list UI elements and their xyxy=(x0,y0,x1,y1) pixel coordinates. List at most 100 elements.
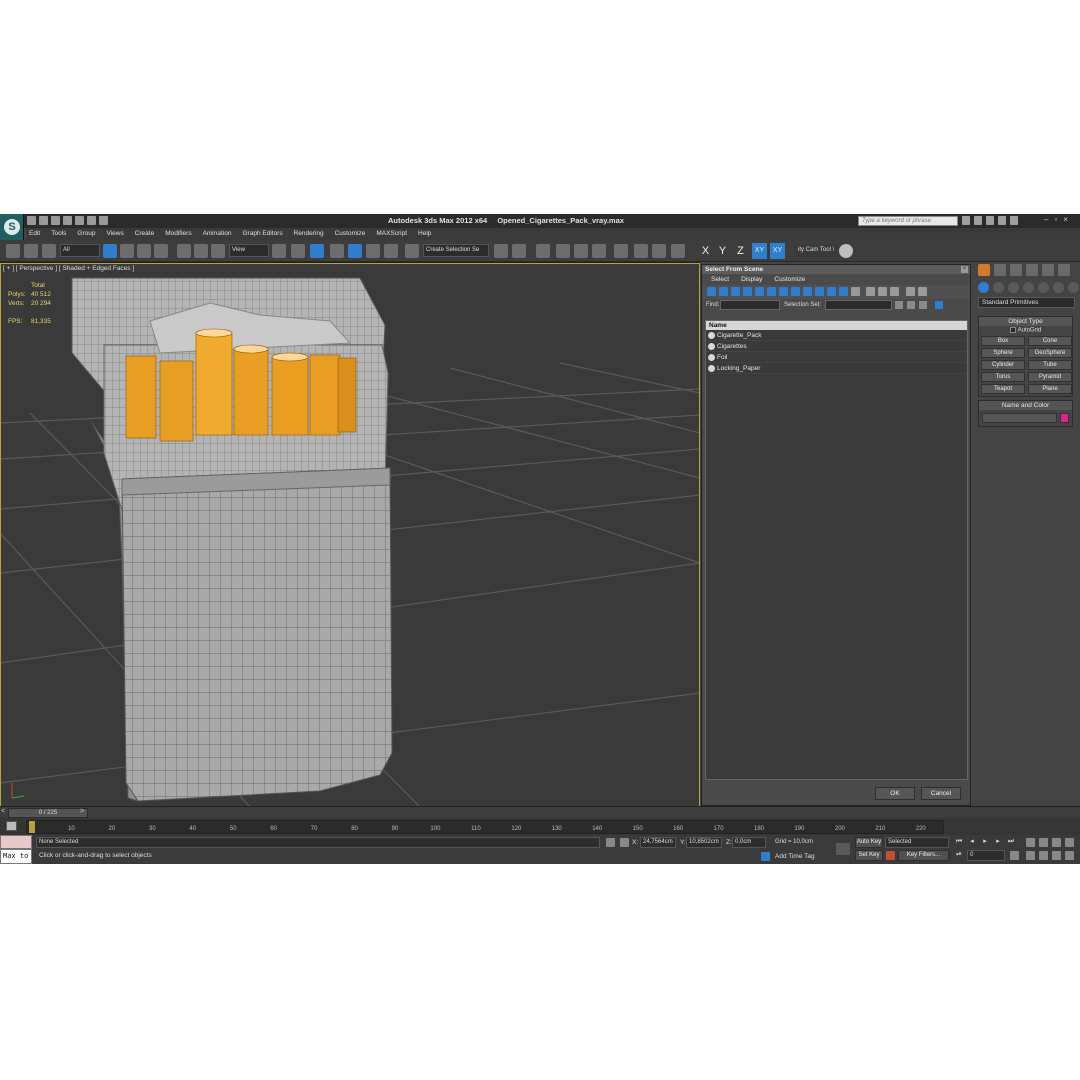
zoom-extents-icon[interactable] xyxy=(1052,838,1061,847)
menu-edit[interactable]: Edit xyxy=(29,228,40,240)
geosphere-button[interactable]: GeoSphere xyxy=(1028,347,1072,358)
geometry-category-icon[interactable] xyxy=(978,282,989,293)
motion-tab-icon[interactable] xyxy=(1026,264,1038,276)
list-item[interactable]: Locking_Paper xyxy=(706,363,967,374)
systems-category-icon[interactable] xyxy=(1068,282,1079,293)
spinner-snap-icon[interactable] xyxy=(384,244,398,258)
axis-xy-button[interactable]: XY xyxy=(752,243,767,259)
list-item[interactable]: Cigarettes xyxy=(706,341,967,352)
create-tab-icon[interactable] xyxy=(978,264,990,276)
key-selection-dropdown[interactable]: Selected xyxy=(885,837,949,848)
cone-button[interactable]: Cone xyxy=(1028,335,1072,346)
save-icon[interactable] xyxy=(51,216,60,225)
tube-button[interactable]: Tube xyxy=(1028,359,1072,370)
display-frozen-icon[interactable] xyxy=(827,287,836,296)
list-item[interactable]: Foil xyxy=(706,352,967,363)
hold-icon[interactable] xyxy=(87,216,96,225)
search-icon[interactable] xyxy=(962,216,970,225)
app-menu-button[interactable]: S xyxy=(0,214,24,240)
percent-snap-icon[interactable] xyxy=(366,244,380,258)
viewport-label[interactable]: [ + ] [ Perspective ] [ Shaded + Edged F… xyxy=(3,265,134,272)
display-geometry-icon[interactable] xyxy=(707,287,716,296)
list-item[interactable]: Cigarette_Pack xyxy=(706,330,967,341)
rectangle-selection-icon[interactable] xyxy=(137,244,151,258)
display-none-icon[interactable] xyxy=(866,287,875,296)
display-shapes-icon[interactable] xyxy=(719,287,728,296)
rotate-icon[interactable] xyxy=(194,244,208,258)
cancel-button[interactable]: Cancel xyxy=(921,787,961,800)
scale-icon[interactable] xyxy=(211,244,225,258)
menu-modifiers[interactable]: Modifiers xyxy=(165,228,191,240)
select-all-icon[interactable] xyxy=(895,301,903,309)
render-production-icon[interactable] xyxy=(671,244,685,258)
open-file-icon[interactable] xyxy=(39,216,48,225)
axis-x-button[interactable]: X xyxy=(698,243,713,259)
menu-create[interactable]: Create xyxy=(135,228,155,240)
y-coordinate-field[interactable]: 10,8502cm xyxy=(686,837,722,848)
mini-curve-editor-icon[interactable] xyxy=(6,821,17,831)
box-button[interactable]: Box xyxy=(981,335,1025,346)
listener-input[interactable]: Max to xyxy=(0,849,32,864)
unlink-icon[interactable] xyxy=(24,244,38,258)
new-file-icon[interactable] xyxy=(27,216,36,225)
display-space-warps-icon[interactable] xyxy=(767,287,776,296)
select-none-icon[interactable] xyxy=(907,301,915,309)
snaps-toggle-icon[interactable] xyxy=(330,244,344,258)
dialog-menu-customize[interactable]: Customize xyxy=(774,274,805,285)
add-time-tag[interactable]: Add Time Tag xyxy=(775,853,815,860)
absolute-mode-icon[interactable] xyxy=(620,838,629,847)
shapes-category-icon[interactable] xyxy=(993,282,1004,293)
curve-editor-icon[interactable] xyxy=(574,244,588,258)
field-of-view-icon[interactable] xyxy=(1026,851,1035,860)
current-frame-marker[interactable] xyxy=(29,821,35,833)
set-key-mode-icon[interactable] xyxy=(836,843,850,855)
axis-y-button[interactable]: Y xyxy=(715,243,730,259)
menu-rendering[interactable]: Rendering xyxy=(294,228,324,240)
star-icon[interactable] xyxy=(998,216,1006,225)
maxscript-mini-listener[interactable]: Max to xyxy=(0,835,32,864)
display-bones-icon[interactable] xyxy=(803,287,812,296)
menu-graph-editors[interactable]: Graph Editors xyxy=(243,228,283,240)
material-editor-icon[interactable] xyxy=(614,244,628,258)
menu-maxscript[interactable]: MAXScript xyxy=(376,228,407,240)
schematic-view-icon[interactable] xyxy=(592,244,606,258)
previous-frame-icon[interactable]: < xyxy=(1,808,5,815)
mirror-icon[interactable] xyxy=(494,244,508,258)
sphere-button[interactable]: Sphere xyxy=(981,347,1025,358)
display-helpers-icon[interactable] xyxy=(755,287,764,296)
time-configuration-icon[interactable] xyxy=(1010,851,1019,860)
redo-icon[interactable] xyxy=(75,216,84,225)
menu-group[interactable]: Group xyxy=(77,228,95,240)
pivot-center-icon[interactable] xyxy=(272,244,286,258)
display-cameras-icon[interactable] xyxy=(743,287,752,296)
cameras-category-icon[interactable] xyxy=(1023,282,1034,293)
cylinder-button[interactable]: Cylinder xyxy=(981,359,1025,370)
filter-options-icon[interactable] xyxy=(918,287,927,296)
display-lights-icon[interactable] xyxy=(731,287,740,296)
object-type-header[interactable]: Object Type xyxy=(979,317,1072,326)
pan-view-icon[interactable] xyxy=(1039,851,1048,860)
filter-icon[interactable] xyxy=(906,287,915,296)
render-setup-icon[interactable] xyxy=(634,244,648,258)
display-invert-icon[interactable] xyxy=(878,287,887,296)
communication-icon[interactable] xyxy=(986,216,994,225)
maximize-icon[interactable]: ▫ xyxy=(1054,215,1057,224)
selection-mode-icon[interactable] xyxy=(935,301,943,309)
select-by-name-icon[interactable] xyxy=(120,244,134,258)
display-hidden-icon[interactable] xyxy=(839,287,848,296)
move-icon[interactable] xyxy=(177,244,191,258)
auto-key-button[interactable]: Auto Key xyxy=(855,837,883,848)
menu-customize[interactable]: Customize xyxy=(335,228,366,240)
pyramid-button[interactable]: Pyramid xyxy=(1028,371,1072,382)
zoom-extents-all-icon[interactable] xyxy=(1065,838,1074,847)
dialog-menu-display[interactable]: Display xyxy=(741,274,762,285)
torus-button[interactable]: Torus xyxy=(981,371,1025,382)
key-mode-toggle-icon[interactable]: ⏯ xyxy=(954,850,964,860)
align-icon[interactable] xyxy=(512,244,526,258)
utilities-tab-icon[interactable] xyxy=(1058,264,1070,276)
autogrid-checkbox[interactable]: AutoGrid xyxy=(979,327,1072,334)
object-name-field[interactable] xyxy=(982,413,1058,423)
dialog-close-icon[interactable]: × xyxy=(961,266,968,273)
dialog-menu-select[interactable]: Select xyxy=(711,274,729,285)
object-color-swatch[interactable] xyxy=(1060,413,1069,423)
